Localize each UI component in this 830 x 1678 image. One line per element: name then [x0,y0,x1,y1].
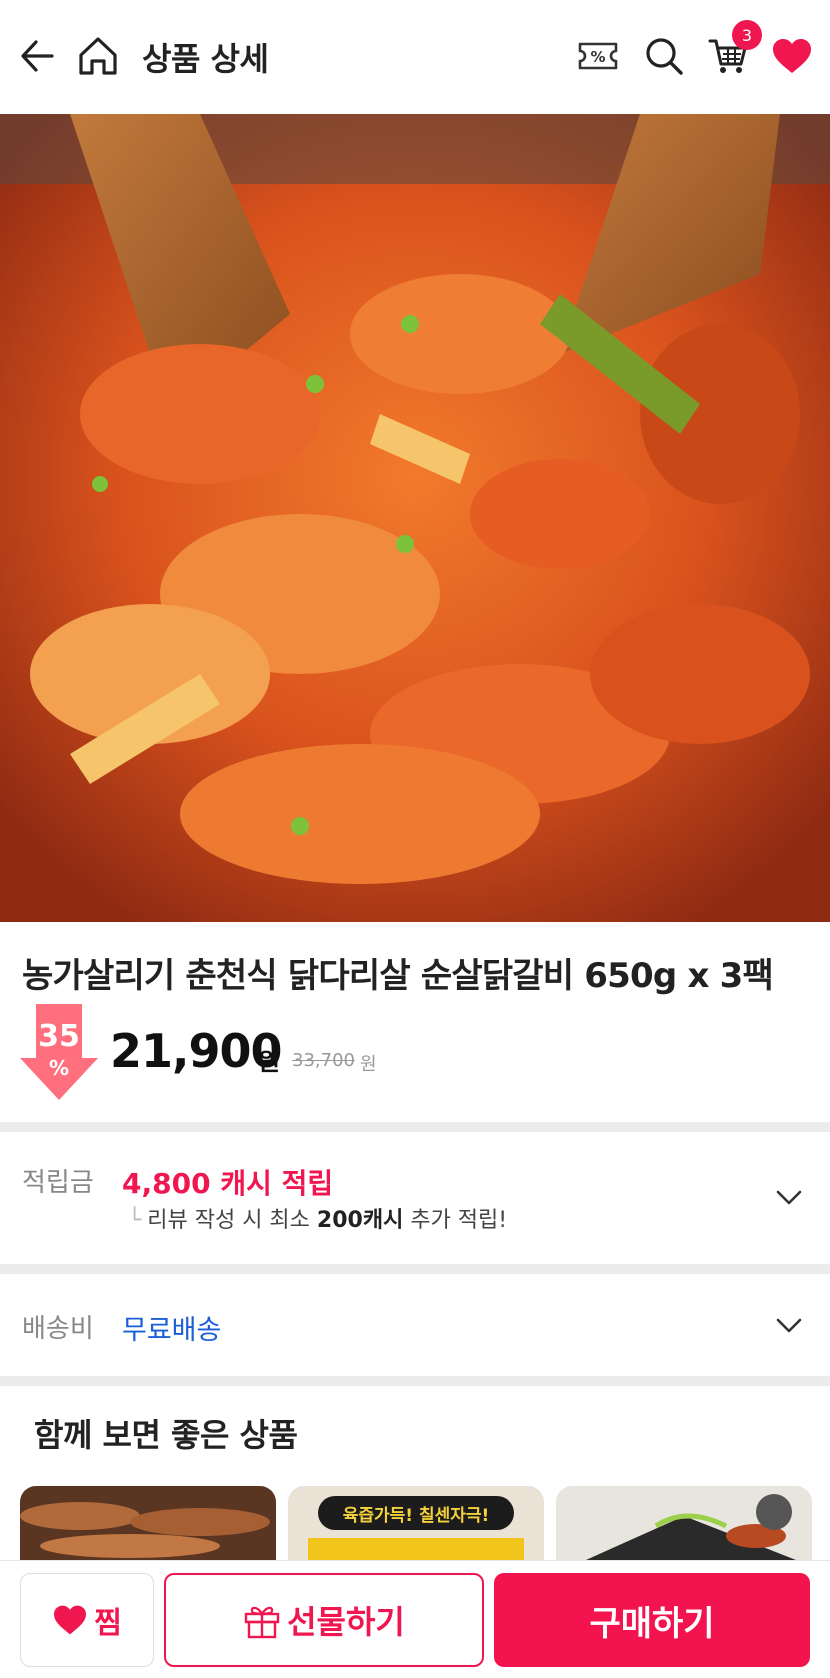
shipping-value: 무료배송 [122,1315,222,1346]
chevron-down-icon[interactable] [774,1310,804,1340]
gift-button[interactable]: 선물하기 [164,1573,484,1667]
back-arrow-icon [21,40,54,72]
shipping-label: 배송비 [22,1314,94,1344]
chevron-down-icon[interactable] [774,1182,804,1212]
section-divider [0,1122,830,1132]
cash-reward-note: └ 리뷰 작성 시 최소 200캐시 추가 적립! [128,1202,507,1234]
search-icon [646,38,683,75]
cash-note-corner: └ [128,1208,142,1233]
back-button[interactable] [12,30,64,82]
search-button[interactable] [638,30,690,82]
recommend-item-2[interactable]: 육즙가득! 칠센자극! [288,1486,544,1560]
cash-reward-value: 4,800 캐시 적립 [122,1167,334,1200]
top-app-bar: 상품 상세 % 3 [0,0,830,114]
gift-icon [244,1606,280,1639]
section-divider [0,1376,830,1386]
cash-label: 적립금 [22,1168,94,1198]
noodle-dish-thumbnail [556,1486,812,1560]
heart-icon [54,1605,87,1635]
promo-thumbnail-text: 육즙가득! 칠센자극! [343,1505,490,1526]
sale-price: 21,900 [110,1024,283,1078]
recommend-item-1[interactable] [20,1486,276,1560]
product-main-image[interactable] [0,114,830,922]
discount-badge: 35 % [20,1004,98,1100]
coupon-button[interactable]: % [572,30,624,82]
cart-count-badge: 3 [732,20,762,50]
recommend-item-3[interactable] [556,1486,812,1560]
wish-label: 찜 [94,1606,122,1641]
sale-price-unit: 원 [258,1048,281,1076]
gift-label: 선물하기 [287,1603,405,1641]
original-price-unit: 원 [360,1054,377,1075]
buy-button[interactable]: 구매하기 [494,1573,810,1667]
home-button[interactable] [72,30,124,82]
coupon-icon: % [578,42,618,70]
recommend-section-title: 함께 보면 좋은 상품 [34,1416,298,1454]
page-title: 상품 상세 [142,40,269,78]
cash-note-suffix: 추가 적립! [410,1208,508,1233]
home-icon [79,37,117,75]
bottom-action-bar: 찜 선물하기 구매하기 [0,1560,830,1678]
discount-rate: 35 [38,1019,80,1054]
cash-note-prefix: 리뷰 작성 시 최소 [147,1208,310,1233]
heart-icon [773,39,811,73]
dakgalbi-promo-thumbnail: 육즙가득! 칠센자극! [288,1486,544,1560]
coupon-icon-text: % [590,48,605,66]
original-price: 33,700 [292,1050,355,1071]
discount-percent-sign: % [48,1056,70,1080]
wish-button[interactable]: 찜 [20,1573,154,1667]
buy-label: 구매하기 [589,1603,715,1644]
product-title: 농가살리기 춘천식 닭다리살 순살닭갈비 650g x 3팩 [22,956,774,996]
cart-button[interactable]: 3 [702,20,762,82]
dakgalbi-photo [0,114,830,922]
section-divider [0,1264,830,1274]
grilled-meat-thumbnail [20,1486,276,1560]
wishlist-button[interactable] [766,30,818,82]
cash-note-amount: 200캐시 [316,1208,404,1233]
